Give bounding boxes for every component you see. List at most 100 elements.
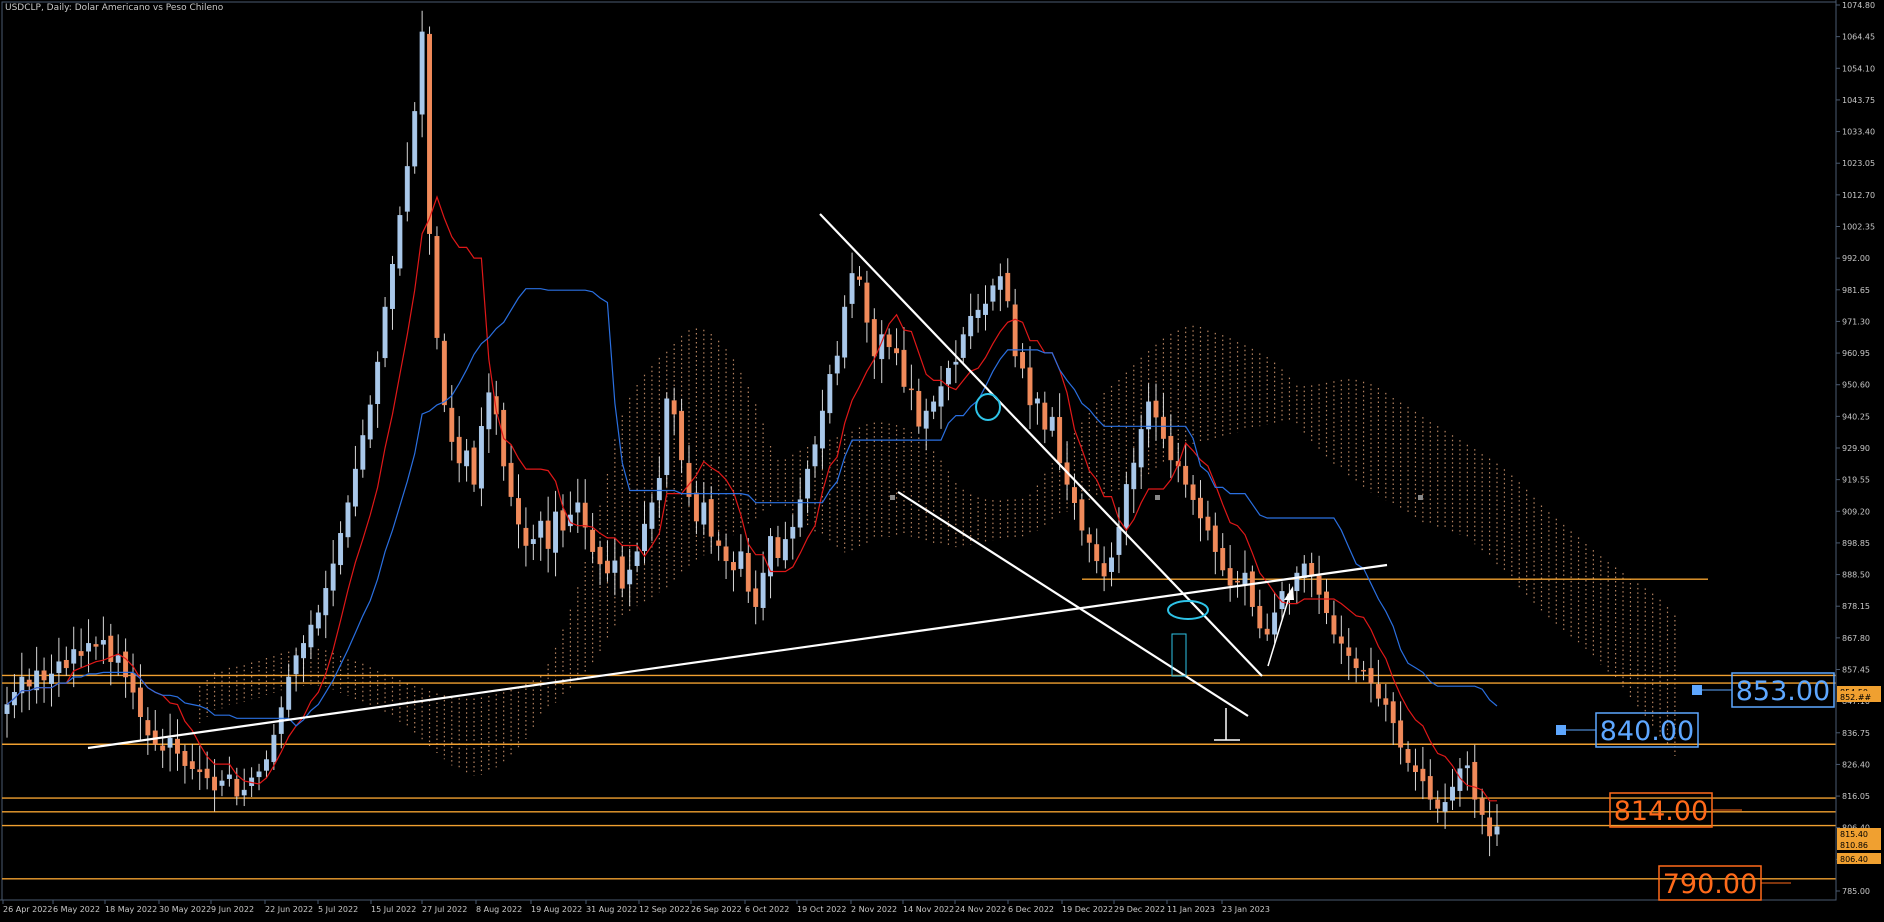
trendline [87,563,1388,750]
y-tick-label: 1043.75 [1842,96,1875,105]
candle-body [1390,701,1396,724]
candle-body [1079,499,1085,531]
x-tick-label: 19 Oct 2022 [797,905,846,914]
candle-body [857,276,862,280]
candle-body [204,768,210,779]
y-tick-label: 919.55 [1842,476,1870,485]
candle-body [34,670,40,691]
candle-body [419,31,425,115]
candle-body [1049,416,1055,431]
candle-body [338,533,344,566]
candle-body [1264,628,1270,635]
candle-body [412,111,418,167]
candle-body [894,348,900,354]
candle-body [1072,487,1077,503]
y-tick-label: 878.15 [1842,602,1870,611]
candle-body [1331,615,1337,635]
candle-body [871,319,877,357]
candle-body [1405,749,1411,763]
x-tick-label: 19 Dec 2022 [1062,905,1113,914]
candle-body [1005,272,1011,302]
candle-body [286,676,292,710]
trendlines [87,213,1388,750]
x-tick-label: 9 Jun 2022 [211,905,254,914]
candle-body [775,537,781,559]
candle-body [1116,526,1122,555]
candle-body [723,546,729,562]
y-tick-label: 785.00 [1842,887,1870,896]
price-flag: 810.86 [1837,839,1881,850]
y-tick-label: 929.90 [1842,444,1870,453]
candle-body [945,367,951,385]
candle-body [1464,765,1470,769]
level-label-text: 790.00 [1663,869,1757,900]
candle-body [264,759,269,771]
candle-body [197,769,203,773]
candle-body [271,734,277,763]
candle-body [100,640,106,645]
candle-body [49,673,54,684]
candle-body [330,563,336,591]
candle-body [1450,786,1455,801]
candle-body [604,560,610,574]
candle-body [679,410,685,461]
candle-body [86,643,91,652]
candle-body [530,539,536,544]
candle-body [478,426,484,489]
level-marker [1155,495,1160,500]
y-tick-label: 1054.10 [1842,64,1875,73]
y-tick-label: 971.30 [1842,317,1870,326]
y-tick-label: 1064.45 [1842,33,1875,42]
trendline [897,491,1249,717]
candle-body [434,236,440,338]
y-tick-label: 940.25 [1842,412,1870,421]
candle-body [693,492,699,522]
level-label: 790.00 [1658,865,1791,901]
candle-body [997,276,1003,290]
candle-body [308,624,314,648]
candle-body [226,774,232,779]
x-tick-label: 27 Jul 2022 [422,905,467,914]
y-tick-label: 888.50 [1842,571,1870,580]
candle-body [1338,636,1344,644]
level-marker [890,495,895,500]
kumo-cloud [199,325,1676,776]
candle-body [619,556,625,589]
candle-body [1479,798,1485,815]
y-tick-label: 867.80 [1842,634,1870,643]
candle-body [71,649,77,664]
candle-body [1086,534,1092,543]
candle-body [1427,776,1433,800]
candle-body [968,315,974,337]
x-tick-label: 5 Jul 2022 [318,905,358,914]
x-tick-label: 8 Aug 2022 [476,905,522,914]
candle-body [1146,401,1152,430]
candle-body [834,355,840,374]
candle-body [93,644,99,647]
candle-body [849,273,855,304]
candle-body [805,468,811,499]
candle-body [745,552,751,592]
x-tick-label: 6 Oct 2022 [745,905,789,914]
candle-body [1153,400,1159,418]
candle-body [123,651,129,678]
x-tick-label: 12 Sep 2022 [639,905,690,914]
candle-body [1220,548,1226,571]
candlestick-chart: 1074.80 1064.45 1054.10 1043.75 1033.40 1023.… [0,0,1881,914]
price-flag-label: 810.86 [1840,841,1868,850]
y-tick-label: 909.20 [1842,507,1870,516]
candle-body [753,588,759,607]
candle-body [597,546,603,565]
candle-body [612,560,618,573]
candle-body [360,435,366,470]
candle-body [1435,799,1441,809]
candle-body [656,478,662,501]
candle-body [145,720,151,736]
x-tick-label: 31 Aug 2022 [586,905,637,914]
y-tick-label: 1002.35 [1842,223,1875,232]
price-flag-label: 806.40 [1840,855,1868,864]
x-tick-label: 6 May 2022 [53,905,100,914]
candle-body [1368,668,1374,684]
y-tick-label: 1012.70 [1842,191,1875,200]
candle-body [189,761,195,769]
